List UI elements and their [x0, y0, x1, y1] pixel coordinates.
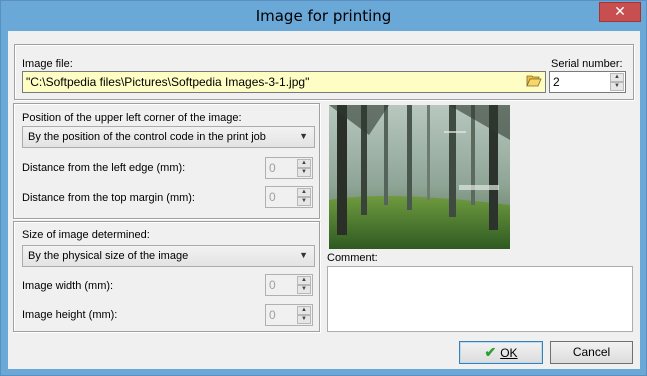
- left-down-arrow-icon[interactable]: ▼: [297, 168, 311, 177]
- left-up-arrow-icon[interactable]: ▲: [297, 159, 311, 168]
- checkmark-icon: ✔: [484, 344, 497, 360]
- serial-number-value: 2: [553, 75, 560, 89]
- comment-label: Comment:: [327, 252, 378, 264]
- image-height-label: Image height (mm):: [22, 309, 118, 321]
- comment-textarea[interactable]: [327, 266, 633, 332]
- top-up-arrow-icon[interactable]: ▲: [297, 188, 311, 197]
- close-button[interactable]: ✕: [599, 2, 641, 22]
- height-up-arrow-icon[interactable]: ▲: [297, 306, 311, 315]
- ok-button-label: OK: [500, 346, 518, 360]
- image-file-input[interactable]: "C:\Softpedia files\Pictures\Softpedia I…: [22, 71, 546, 93]
- chevron-down-icon: ▼: [299, 131, 308, 141]
- serial-number-stepper[interactable]: 2 ▲ ▼: [549, 71, 626, 93]
- top-down-arrow-icon[interactable]: ▼: [297, 197, 311, 206]
- height-down-arrow-icon[interactable]: ▼: [297, 315, 311, 324]
- size-select[interactable]: By the physical size of the image ▼: [22, 245, 315, 267]
- dialog-body: Image file: "C:\Softpedia files\Pictures…: [8, 31, 640, 369]
- close-icon: ✕: [614, 4, 626, 20]
- window-title: Image for printing: [255, 7, 392, 25]
- image-width-label: Image width (mm):: [22, 280, 114, 292]
- size-label: Size of image determined:: [22, 229, 150, 241]
- serial-down-arrow-icon[interactable]: ▼: [610, 82, 624, 91]
- width-up-arrow-icon[interactable]: ▲: [297, 276, 311, 285]
- chevron-down-icon: ▼: [299, 250, 308, 260]
- cancel-button[interactable]: Cancel: [550, 341, 633, 364]
- image-width-stepper[interactable]: 0 ▲ ▼: [265, 274, 313, 296]
- position-select[interactable]: By the position of the control code in t…: [22, 126, 315, 148]
- left-distance-stepper[interactable]: 0 ▲ ▼: [265, 157, 313, 179]
- image-file-value: "C:\Softpedia files\Pictures\Softpedia I…: [26, 75, 310, 89]
- top-distance-stepper[interactable]: 0 ▲ ▼: [265, 186, 313, 208]
- top-distance-value: 0: [269, 190, 276, 204]
- image-file-label: Image file:: [22, 58, 73, 70]
- top-distance-label: Distance from the top margin (mm):: [22, 192, 195, 204]
- image-height-value: 0: [269, 308, 276, 322]
- open-folder-icon: [526, 75, 542, 87]
- serial-up-arrow-icon[interactable]: ▲: [610, 73, 624, 82]
- image-width-value: 0: [269, 278, 276, 292]
- image-height-stepper[interactable]: 0 ▲ ▼: [265, 304, 313, 326]
- left-distance-value: 0: [269, 161, 276, 175]
- title-bar[interactable]: Image for printing ✕: [1, 1, 646, 31]
- left-distance-label: Distance from the left edge (mm):: [22, 162, 186, 174]
- position-label: Position of the upper left corner of the…: [22, 112, 242, 124]
- cancel-button-label: Cancel: [572, 345, 611, 359]
- position-select-value: By the position of the control code in t…: [28, 131, 266, 143]
- serial-number-label: Serial number:: [551, 58, 623, 70]
- width-down-arrow-icon[interactable]: ▼: [297, 285, 311, 294]
- dialog-window: Image for printing ✕ Image file: "C:\Sof…: [0, 0, 647, 376]
- image-preview: [329, 105, 510, 249]
- size-select-value: By the physical size of the image: [28, 250, 189, 262]
- ok-button[interactable]: ✔ OK: [459, 341, 543, 364]
- forest-image: [329, 105, 510, 249]
- browse-button[interactable]: [524, 73, 544, 91]
